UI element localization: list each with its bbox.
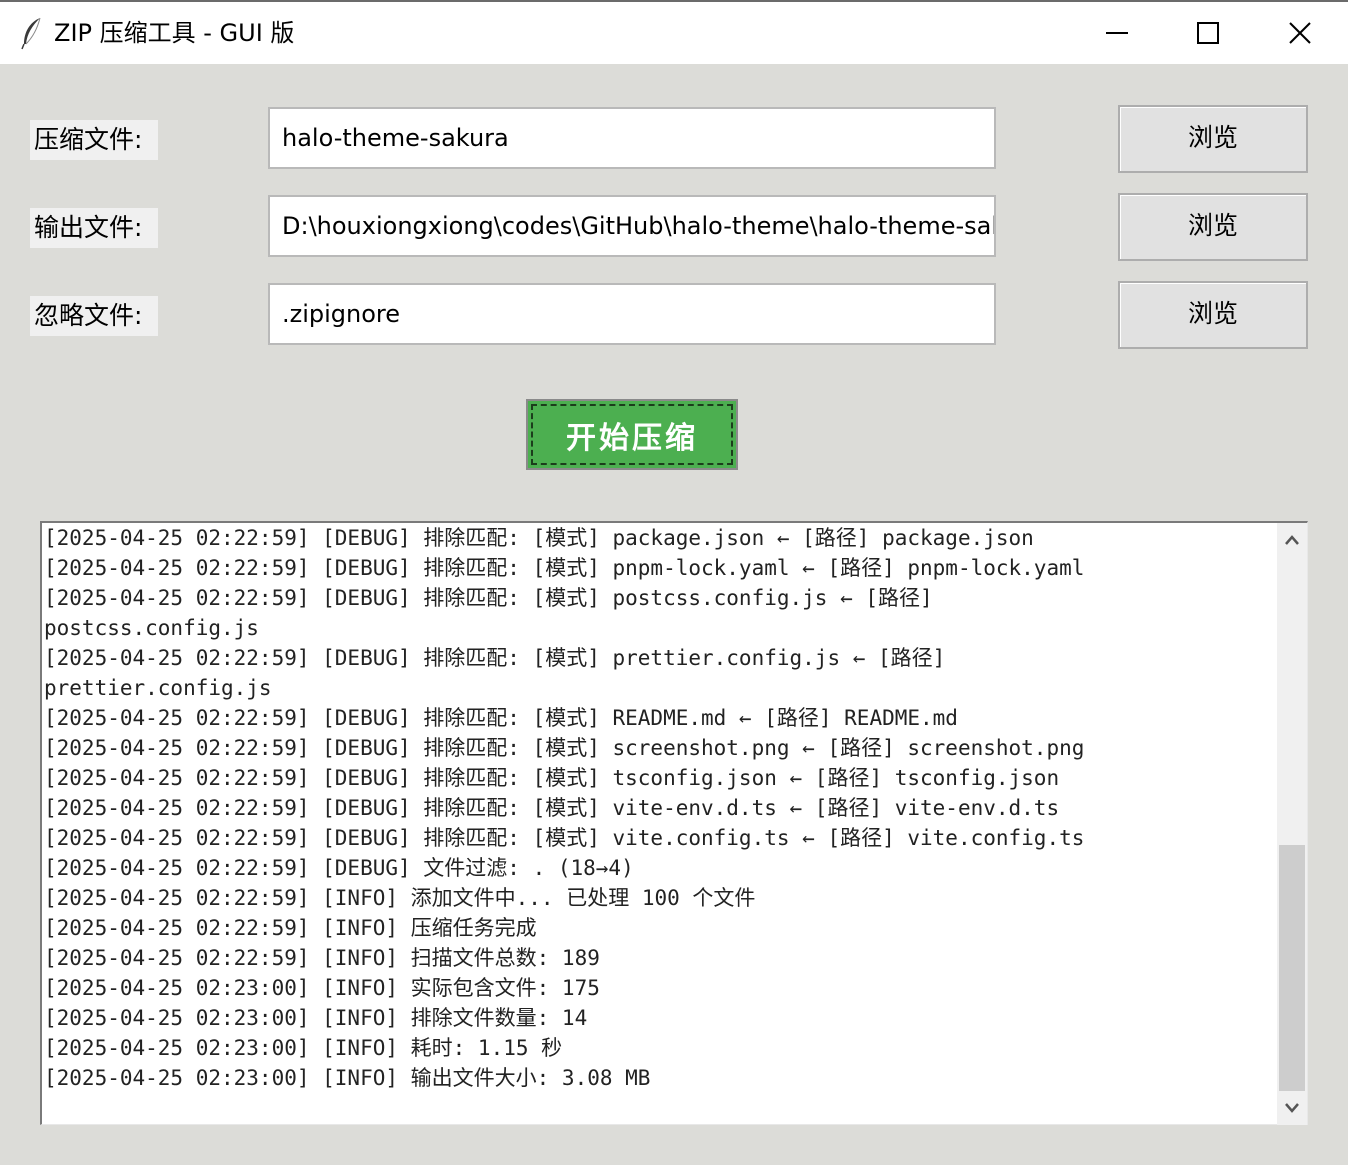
feather-icon [21,17,41,50]
chevron-up-icon [1285,535,1299,545]
log-lines: [2025-04-25 02:22:59] [DEBUG] 排除匹配: [模式]… [44,523,1274,1123]
log-line: [2025-04-25 02:22:59] [DEBUG] 排除匹配: [模式]… [44,526,1034,550]
ignore-file-label: 忽略文件: [30,296,158,336]
minimize-icon [1106,32,1128,34]
title-bar[interactable]: ZIP 压缩工具 - GUI 版 [0,2,1348,64]
log-line: [2025-04-25 02:22:59] [DEBUG] 排除匹配: [模式]… [44,736,1085,760]
close-icon [1289,22,1311,44]
main-panel: 压缩文件: halo-theme-sakura 浏览 输出文件: D:\houx… [0,64,1348,1165]
log-line: prettier.config.js [44,676,272,700]
log-scrollbar[interactable] [1277,523,1307,1125]
log-line: [2025-04-25 02:22:59] [INFO] 添加文件中... 已处… [44,886,756,910]
output-file-label: 输出文件: [30,208,158,248]
log-line: postcss.config.js [44,616,259,640]
start-compress-button[interactable]: 开始压缩 [526,399,738,470]
scroll-up-button[interactable] [1277,523,1307,557]
log-line: [2025-04-25 02:22:59] [DEBUG] 排除匹配: [模式]… [44,586,933,610]
app-window: ZIP 压缩工具 - GUI 版 压缩文件: halo-theme-sakura… [0,0,1348,1165]
output-file-input[interactable]: D:\houxiongxiong\codes\GitHub\halo-theme… [268,195,996,257]
log-line: [2025-04-25 02:23:00] [INFO] 输出文件大小: 3.0… [44,1066,651,1090]
log-line: [2025-04-25 02:22:59] [INFO] 压缩任务完成 [44,916,537,940]
log-line: [2025-04-25 02:22:59] [INFO] 扫描文件总数: 189 [44,946,600,970]
window-title: ZIP 压缩工具 - GUI 版 [54,19,295,47]
log-line: [2025-04-25 02:22:59] [DEBUG] 排除匹配: [模式]… [44,706,958,730]
close-button[interactable] [1254,2,1346,64]
log-line: [2025-04-25 02:22:59] [DEBUG] 文件过滤: . (1… [44,856,634,880]
log-output[interactable]: [2025-04-25 02:22:59] [DEBUG] 排除匹配: [模式]… [40,521,1308,1125]
maximize-icon [1197,22,1219,44]
minimize-button[interactable] [1071,2,1163,64]
start-compress-label: 开始压缩 [566,420,698,456]
source-browse-button[interactable]: 浏览 [1118,105,1308,173]
log-line: [2025-04-25 02:23:00] [INFO] 实际包含文件: 175 [44,976,600,1000]
log-line: [2025-04-25 02:23:00] [INFO] 排除文件数量: 14 [44,1006,588,1030]
ignore-file-input[interactable]: .zipignore [268,283,996,345]
log-line: [2025-04-25 02:22:59] [DEBUG] 排除匹配: [模式]… [44,826,1085,850]
log-line: [2025-04-25 02:22:59] [DEBUG] 排除匹配: [模式]… [44,556,1085,580]
chevron-down-icon [1285,1103,1299,1113]
output-browse-button[interactable]: 浏览 [1118,193,1308,261]
source-file-label: 压缩文件: [30,120,158,160]
scroll-down-button[interactable] [1277,1091,1307,1125]
log-line: [2025-04-25 02:22:59] [DEBUG] 排除匹配: [模式]… [44,646,946,670]
maximize-button[interactable] [1162,2,1254,64]
scroll-thumb[interactable] [1279,845,1305,1091]
log-line: [2025-04-25 02:22:59] [DEBUG] 排除匹配: [模式]… [44,766,1060,790]
source-file-input[interactable]: halo-theme-sakura [268,107,996,169]
log-line: [2025-04-25 02:22:59] [DEBUG] 排除匹配: [模式]… [44,796,1060,820]
ignore-browse-button[interactable]: 浏览 [1118,281,1308,349]
log-line: [2025-04-25 02:23:00] [INFO] 耗时: 1.15 秒 [44,1036,563,1060]
